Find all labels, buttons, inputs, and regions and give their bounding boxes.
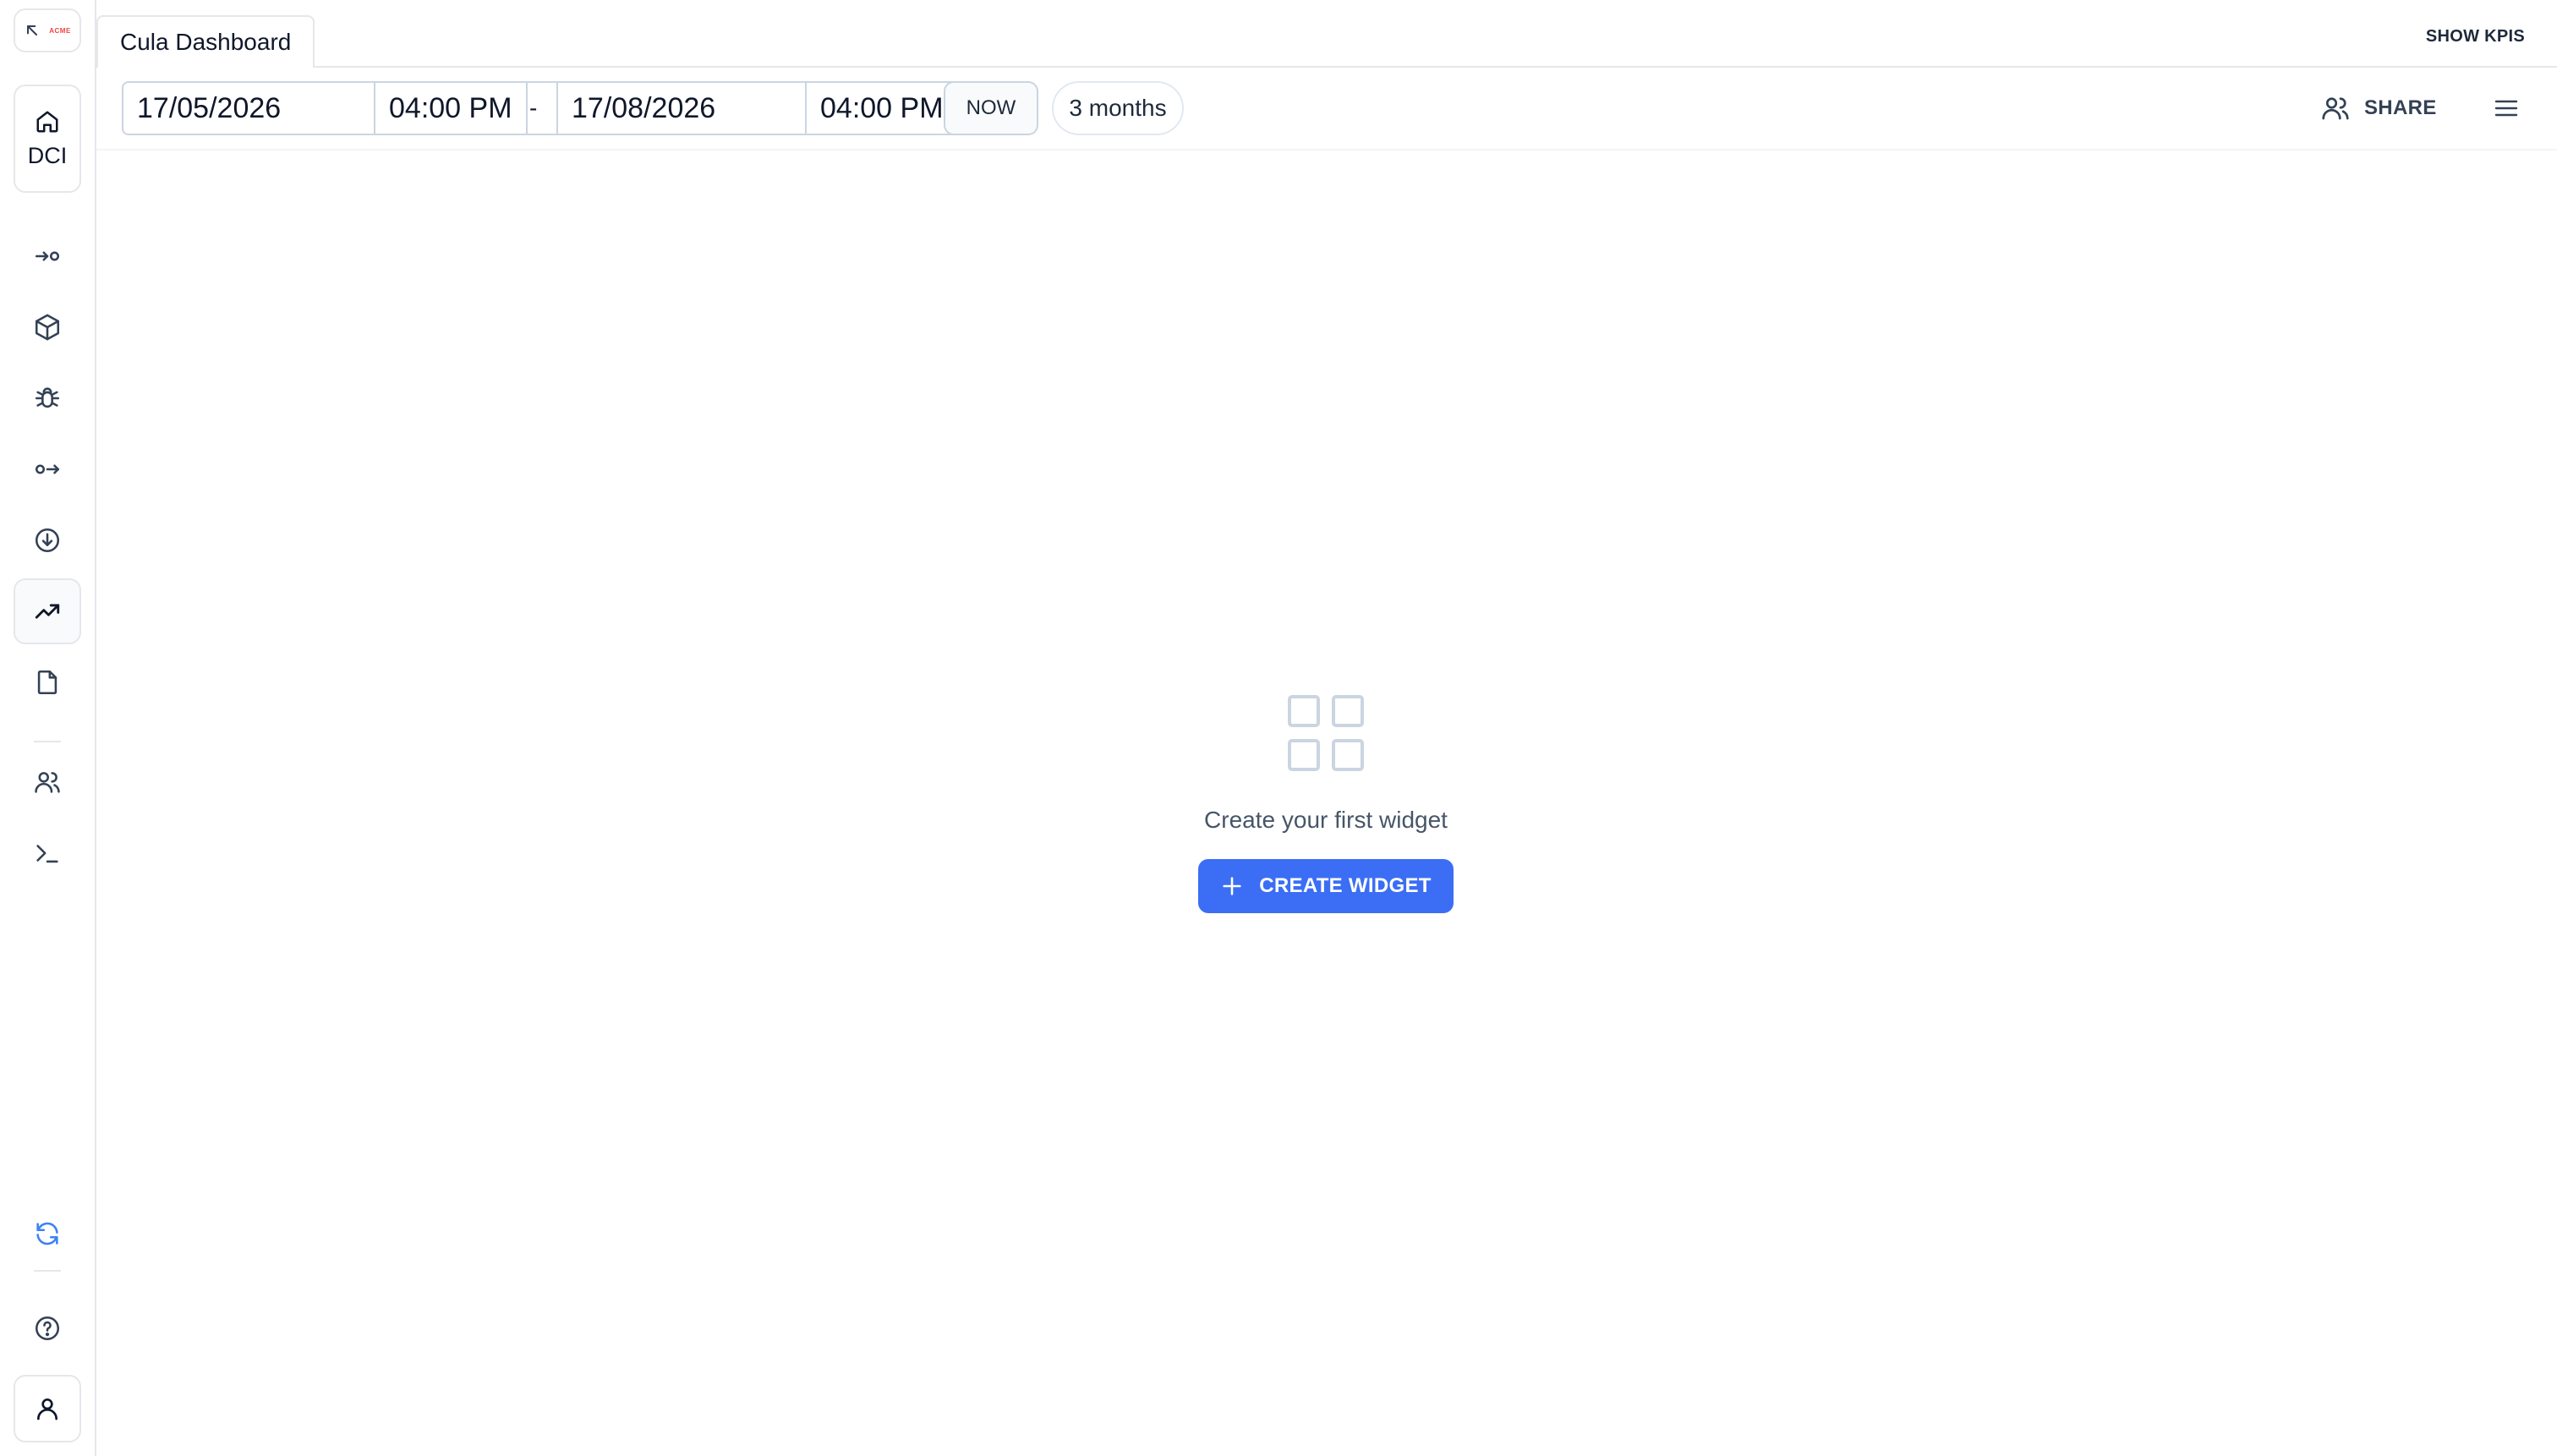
tab-cula-dashboard[interactable]: Cula Dashboard — [96, 15, 315, 68]
users-icon — [33, 768, 62, 796]
sidebar-divider — [34, 741, 61, 742]
nav-packages[interactable] — [14, 294, 81, 360]
org-logo: ACME — [49, 26, 71, 35]
home-button[interactable]: DCI — [14, 85, 81, 193]
sign-in-icon — [33, 242, 62, 271]
tab-bar: Cula Dashboard SHOW KPIS — [96, 0, 2557, 68]
hamburger-menu-icon — [2493, 95, 2520, 122]
sync-icon — [33, 1219, 62, 1248]
share-label: SHARE — [2364, 96, 2437, 119]
create-widget-label: CREATE WIDGET — [1259, 874, 1432, 897]
plus-icon — [1220, 874, 1244, 898]
end-time-input[interactable]: 04:00 PM — [807, 81, 955, 135]
nav-documents[interactable] — [14, 649, 81, 715]
range-preset-button[interactable]: 3 months — [1052, 81, 1184, 135]
show-kpis-button[interactable]: SHOW KPIS — [2426, 27, 2525, 47]
file-icon — [33, 668, 62, 697]
sign-out-icon — [33, 455, 62, 484]
nav-inputs[interactable] — [14, 223, 81, 289]
menu-button[interactable] — [2486, 88, 2527, 129]
empty-state: Create your first widget CREATE WIDGET — [1184, 693, 1468, 913]
nav-users[interactable] — [14, 749, 81, 815]
start-time-input[interactable]: 04:00 PM — [375, 81, 528, 135]
home-label: DCI — [27, 142, 68, 168]
download-circle-icon — [33, 526, 62, 555]
user-profile-button[interactable] — [14, 1375, 81, 1442]
trend-up-icon — [33, 597, 62, 626]
terminal-icon — [33, 839, 62, 868]
widget-grid-icon — [1286, 693, 1366, 773]
home-icon — [35, 109, 60, 134]
range-separator: - — [528, 81, 556, 135]
now-button[interactable]: NOW — [944, 81, 1038, 135]
nav-downloads[interactable] — [14, 507, 81, 573]
share-button[interactable]: SHARE — [2320, 88, 2437, 129]
sidebar: ACME DCI — [0, 0, 96, 1456]
dashboard-toolbar: 17/05/2026 04:00 PM - 17/08/2026 04:00 P… — [96, 68, 2557, 151]
help-button[interactable] — [14, 1295, 81, 1361]
end-date-input[interactable]: 17/08/2026 — [556, 81, 807, 135]
nav-outputs[interactable] — [14, 436, 81, 502]
users-icon — [2320, 93, 2351, 123]
package-icon — [33, 313, 62, 342]
nav-terminal[interactable] — [14, 820, 81, 886]
start-date-input[interactable]: 17/05/2026 — [122, 81, 375, 135]
sidebar-divider — [34, 1270, 61, 1272]
user-icon — [34, 1395, 61, 1422]
bug-icon — [33, 384, 62, 413]
nav-debug[interactable] — [14, 365, 81, 431]
arrow-up-left-icon — [24, 22, 41, 39]
sync-button[interactable] — [14, 1201, 81, 1267]
help-circle-icon — [33, 1314, 62, 1343]
create-widget-button[interactable]: CREATE WIDGET — [1198, 859, 1454, 913]
date-range-picker: 17/05/2026 04:00 PM - 17/08/2026 04:00 P… — [122, 81, 955, 135]
empty-state-message: Create your first widget — [1204, 807, 1448, 833]
collapse-sidebar-button[interactable]: ACME — [14, 8, 81, 52]
nav-dashboards[interactable] — [14, 578, 81, 644]
